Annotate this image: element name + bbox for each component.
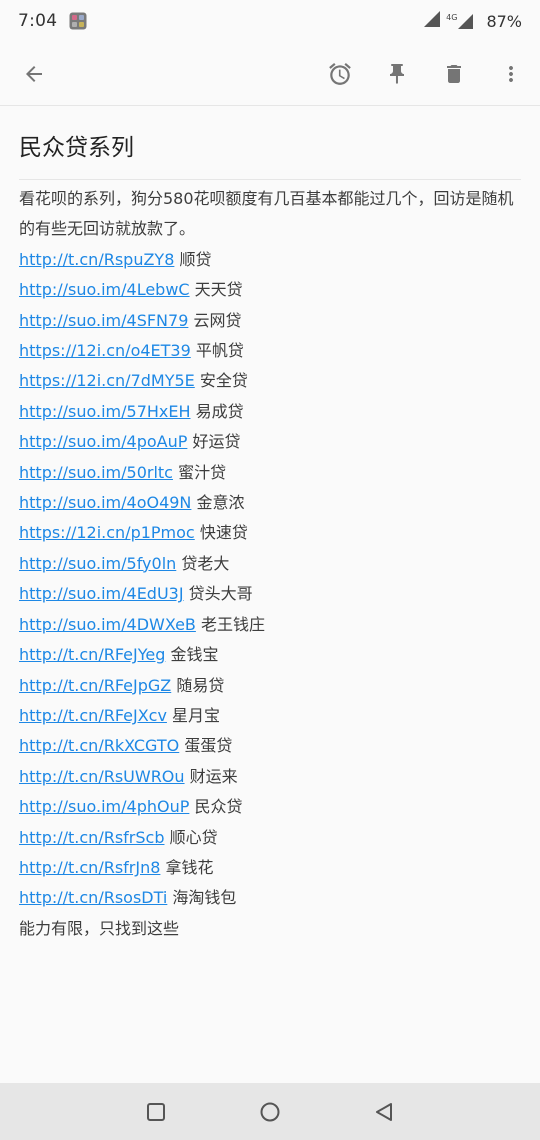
link-entry: http://suo.im/4EdU3J 贷头大哥 — [19, 579, 521, 609]
link-entry: http://t.cn/RFeJYeg 金钱宝 — [19, 640, 521, 670]
note-toolbar — [0, 42, 540, 106]
recents-square-icon — [147, 1102, 165, 1121]
entry-link[interactable]: http://suo.im/57HxEH — [19, 402, 191, 421]
back-arrow-icon — [26, 65, 42, 82]
alarm-icon — [328, 62, 351, 85]
back-triangle-icon — [376, 1102, 392, 1121]
link-entry: https://12i.cn/p1Pmoc 快速贷 — [19, 518, 521, 548]
entry-name: 易成贷 — [195, 401, 244, 421]
system-nav-bar — [0, 1083, 540, 1140]
entry-name: 金意浓 — [196, 493, 245, 513]
entry-link[interactable]: http://suo.im/50rltc — [19, 463, 173, 482]
entry-name: 平帆贷 — [195, 341, 244, 361]
status-time: 7:04 — [18, 11, 58, 31]
network-type: 4G — [446, 13, 458, 22]
entry-name: 蛋蛋贷 — [184, 736, 233, 756]
link-entry: http://t.cn/RsUWROu 财运来 — [19, 762, 521, 792]
link-entry: http://t.cn/RFeJpGZ 随易贷 — [19, 671, 521, 701]
link-entry: http://t.cn/RsfrJn8 拿钱花 — [19, 853, 521, 883]
note-footer: 能力有限，只找到这些 — [19, 918, 180, 938]
entry-name: 天天贷 — [194, 280, 243, 300]
battery-percent: 87% — [486, 11, 522, 31]
entry-name: 蜜汁贷 — [178, 462, 227, 482]
link-list: http://t.cn/RspuZY8 顺贷 http://suo.im/4Leb… — [19, 245, 521, 914]
entry-link[interactable]: http://t.cn/RkXCGTO — [19, 736, 179, 755]
entry-link[interactable]: http://suo.im/4oO49N — [19, 493, 191, 512]
link-entry: http://suo.im/4SFN79 云网贷 — [19, 306, 521, 336]
link-entry: http://t.cn/RsosDTi 海淘钱包 — [19, 883, 521, 913]
entry-link[interactable]: http://t.cn/RsfrScb — [19, 828, 164, 847]
entry-link[interactable]: https://12i.cn/o4ET39 — [19, 341, 191, 360]
entry-link[interactable]: http://suo.im/4EdU3J — [19, 584, 184, 603]
pin-button[interactable] — [368, 46, 425, 102]
entry-link[interactable]: http://suo.im/4SFN79 — [19, 311, 188, 330]
home-button[interactable] — [235, 1087, 305, 1137]
entry-link[interactable]: http://t.cn/RsUWROu — [19, 767, 185, 786]
entry-name: 星月宝 — [172, 705, 221, 725]
entry-name: 民众贷 — [194, 797, 243, 817]
entry-name: 安全贷 — [199, 371, 248, 391]
note-body[interactable]: 看花呗的系列，狗分580花呗额度有几百基本都能过几个，回访是随机的有些无回访就放… — [19, 184, 521, 944]
more-options-button[interactable] — [482, 46, 539, 102]
link-entry: http://t.cn/RkXCGTO 蛋蛋贷 — [19, 731, 521, 761]
entry-name: 顺心贷 — [169, 827, 218, 847]
entry-name: 云网贷 — [193, 310, 242, 330]
reminder-button[interactable] — [311, 46, 368, 102]
entry-name: 老王钱庄 — [200, 614, 265, 634]
link-entry: http://suo.im/4LebwC 天天贷 — [19, 275, 521, 305]
entry-link[interactable]: http://t.cn/RsfrJn8 — [19, 858, 160, 877]
link-entry: https://12i.cn/o4ET39 平帆贷 — [19, 336, 521, 366]
entry-name: 金钱宝 — [170, 645, 219, 665]
recents-button[interactable] — [121, 1087, 191, 1137]
link-entry: http://suo.im/4phOuP 民众贷 — [19, 792, 521, 822]
more-vert-icon — [508, 65, 513, 82]
entry-link[interactable]: https://12i.cn/p1Pmoc — [19, 523, 195, 542]
entry-link[interactable]: http://t.cn/RsosDTi — [19, 888, 167, 907]
status-indicators: 4G 87% — [424, 11, 522, 31]
entry-link[interactable]: http://suo.im/4LebwC — [19, 280, 190, 299]
link-entry: http://t.cn/RFeJXcv 星月宝 — [19, 701, 521, 731]
entry-name: 随易贷 — [176, 675, 225, 695]
entry-link[interactable]: http://t.cn/RFeJYeg — [19, 645, 165, 664]
delete-button[interactable] — [425, 46, 482, 102]
entry-name: 快速贷 — [199, 523, 248, 543]
entry-link[interactable]: https://12i.cn/7dMY5E — [19, 371, 195, 390]
entry-link[interactable]: http://suo.im/4phOuP — [19, 797, 189, 816]
entry-name: 好运贷 — [192, 432, 241, 452]
notification-app-icon — [69, 12, 87, 30]
entry-name: 贷头大哥 — [188, 584, 253, 604]
link-entry: http://suo.im/4poAuP 好运贷 — [19, 427, 521, 457]
link-entry: https://12i.cn/7dMY5E 安全贷 — [19, 366, 521, 396]
link-entry: http://t.cn/RspuZY8 顺贷 — [19, 245, 521, 275]
link-entry: http://t.cn/RsfrScb 顺心贷 — [19, 823, 521, 853]
nav-back-button[interactable] — [349, 1087, 419, 1137]
back-button[interactable] — [6, 46, 62, 102]
note-title[interactable]: 民众贷系列 — [19, 133, 521, 180]
entry-link[interactable]: http://t.cn/RFeJpGZ — [19, 676, 171, 695]
trash-icon — [446, 64, 461, 83]
link-entry: http://suo.im/5fy0ln 贷老大 — [19, 549, 521, 579]
entry-name: 拿钱花 — [165, 857, 214, 877]
note-editor: 民众贷系列 看花呗的系列，狗分580花呗额度有几百基本都能过几个，回访是随机的有… — [0, 107, 540, 944]
entry-link[interactable]: http://suo.im/5fy0ln — [19, 554, 176, 573]
entry-link[interactable]: http://suo.im/4poAuP — [19, 432, 187, 451]
link-entry: http://suo.im/4oO49N 金意浓 — [19, 488, 521, 518]
lte-signal-icon: 4G — [446, 13, 474, 29]
entry-name: 顺贷 — [179, 249, 212, 269]
entry-link[interactable]: http://t.cn/RFeJXcv — [19, 706, 167, 725]
entry-link[interactable]: http://suo.im/4DWXeB — [19, 615, 196, 634]
signal-icon — [424, 11, 442, 31]
home-circle-icon — [260, 1102, 280, 1121]
entry-name: 海淘钱包 — [172, 888, 237, 908]
note-intro: 看花呗的系列，狗分580花呗额度有几百基本都能过几个，回访是随机的有些无回访就放… — [19, 189, 514, 239]
pin-icon — [389, 63, 404, 84]
link-entry: http://suo.im/4DWXeB 老王钱庄 — [19, 610, 521, 640]
link-entry: http://suo.im/50rltc 蜜汁贷 — [19, 458, 521, 488]
status-bar: 7:04 4G 87% — [0, 0, 540, 42]
link-entry: http://suo.im/57HxEH 易成贷 — [19, 397, 521, 427]
entry-name: 财运来 — [189, 766, 238, 786]
entry-name: 贷老大 — [181, 553, 230, 573]
entry-link[interactable]: http://t.cn/RspuZY8 — [19, 250, 174, 269]
